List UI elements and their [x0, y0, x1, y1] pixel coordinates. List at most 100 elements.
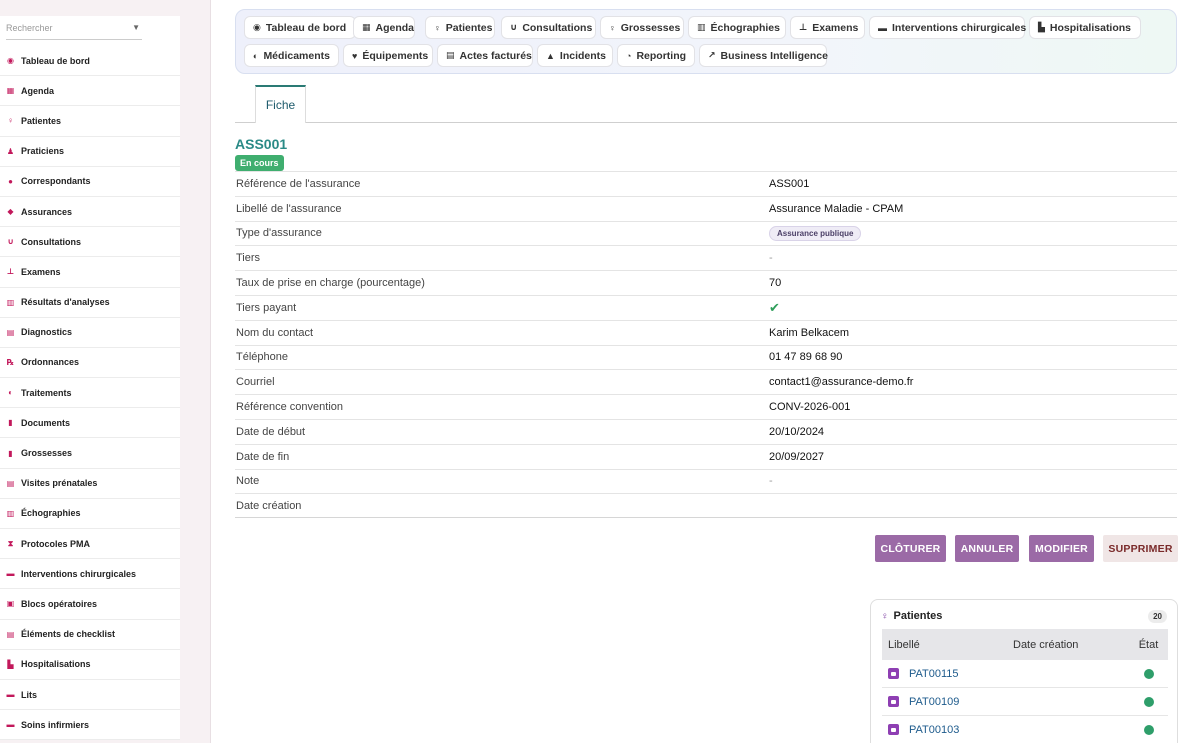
module-button-label: Hospitalisations: [1049, 21, 1132, 34]
sidebar-item-label: Blocs opératoires: [21, 598, 98, 609]
sidebar-item[interactable]: ♟ Praticiens: [0, 137, 180, 167]
module-button-label: Incidents: [559, 49, 607, 62]
sidebar-item[interactable]: ▤ Éléments de checklist: [0, 620, 180, 650]
sidebar-item[interactable]: ♀ Patientes: [0, 106, 180, 137]
field-value: ASS001: [769, 177, 810, 190]
sidebar-item-label: Traitements: [21, 387, 72, 398]
module-button[interactable]: ⊥ Examens: [790, 16, 865, 39]
field-value: CONV-2026-001: [769, 401, 851, 414]
sidebar-item[interactable]: ▮ Grossesses: [0, 438, 180, 469]
field-value: 01 47 89 68 90: [769, 351, 843, 364]
module-button[interactable]: ▲ Incidents: [537, 44, 613, 67]
panel-title-label: Patientes: [893, 610, 943, 622]
field-row: Tiers -: [235, 245, 1177, 270]
sidebar-item[interactable]: ▙ Hospitalisations: [0, 650, 180, 680]
column-header-date[interactable]: Date création: [1013, 639, 1129, 651]
field-label: Référence convention: [236, 401, 344, 414]
field-label: Libellé de l'assurance: [236, 202, 342, 215]
sidebar-item[interactable]: ▬ Interventions chirurgicales: [0, 559, 180, 590]
module-button-label: Médicaments: [263, 49, 330, 62]
doctor-icon: ♟: [6, 146, 15, 156]
search-select[interactable]: Rechercher ▼: [6, 16, 142, 40]
column-header-label[interactable]: Libellé: [882, 639, 1013, 651]
sidebar: Rechercher ▼ ◉ Tableau de bord ▦ Agenda ♀ Pat…: [0, 0, 211, 743]
female-icon: ♀: [7, 116, 14, 126]
sidebar-item[interactable]: ⊥ Examens: [0, 257, 180, 288]
module-button[interactable]: ▦ Agenda: [353, 16, 415, 39]
sidebar-item[interactable]: ▬ Lits: [0, 680, 180, 711]
module-button-label: Consultations: [522, 21, 593, 34]
sidebar-item[interactable]: ◉ Tableau de bord: [0, 46, 180, 77]
type-badge: Assurance publique: [769, 226, 862, 242]
sidebar-item[interactable]: ▦ Agenda: [0, 76, 180, 107]
column-header-state[interactable]: État: [1129, 639, 1168, 651]
sidebar-item[interactable]: ∪ Consultations: [0, 227, 180, 258]
sidebar-item[interactable]: ◆ Assurances: [0, 197, 180, 228]
module-button[interactable]: ◐ Médicaments: [244, 44, 339, 67]
field-value: Karim Belkacem: [769, 326, 850, 339]
sidebar-item[interactable]: ▤ Visites prénatales: [0, 469, 180, 499]
table-row[interactable]: PAT00109: [882, 688, 1168, 716]
field-row: Nom du contact Karim Belkacem: [235, 319, 1177, 345]
chevron-down-icon[interactable]: ▼: [132, 23, 140, 32]
warning-icon: ▲: [546, 50, 555, 61]
field-row: Référence convention CONV-2026-001: [235, 394, 1177, 419]
field-row: Date de fin 20/09/2027: [235, 443, 1177, 469]
sidebar-item[interactable]: ◐ Traitements: [0, 378, 180, 409]
module-button[interactable]: ◔ Reporting: [617, 44, 695, 67]
sidebar-item-label: Patientes: [21, 115, 62, 126]
module-button[interactable]: ∪ Consultations: [501, 16, 596, 39]
sidebar-item-label: Interventions chirurgicales: [21, 568, 137, 579]
module-button[interactable]: ▤ Actes facturés: [437, 44, 533, 67]
module-button[interactable]: ▥ Échographies: [688, 16, 786, 39]
module-button[interactable]: ◉ Tableau de bord: [244, 16, 356, 39]
checklist-icon: ▤: [6, 629, 15, 639]
sidebar-item[interactable]: ▤ Diagnostics: [0, 318, 180, 348]
stethoscope-icon: ∪: [510, 22, 518, 32]
delete-button[interactable]: SUPPRIMER: [1103, 535, 1178, 562]
field-label: Tiers payant: [236, 301, 297, 314]
module-button[interactable]: ♀ Patientes: [425, 16, 495, 39]
field-label: Type d'assurance: [236, 227, 322, 240]
sidebar-item[interactable]: ℞ Ordonnances: [0, 348, 180, 379]
patient-link[interactable]: PAT00103: [909, 724, 959, 736]
patient-link[interactable]: PAT00115: [909, 668, 959, 680]
module-button[interactable]: ♀ Grossesses: [600, 16, 684, 39]
tab-fiche[interactable]: Fiche: [255, 85, 306, 123]
record-title: ASS001: [235, 136, 288, 152]
patient-link[interactable]: PAT00109: [909, 696, 959, 708]
module-button[interactable]: ▙ Hospitalisations: [1029, 16, 1141, 39]
module-button[interactable]: ↗ Business Intelligence: [699, 44, 828, 67]
sidebar-item[interactable]: ▬ Soins infirmiers: [0, 710, 180, 741]
sidebar-item[interactable]: ▥ Échographies: [0, 499, 180, 529]
module-button-label: Business Intelligence: [720, 49, 828, 62]
state-cell: [1129, 724, 1168, 735]
field-row: Référence de l'assurance ASS001: [235, 171, 1177, 196]
procedure-bed-icon: ▬: [6, 569, 15, 579]
patient-cell: PAT00115: [882, 668, 1013, 680]
edit-button[interactable]: MODIFIER: [1029, 535, 1094, 562]
sidebar-item-label: Agenda: [21, 85, 55, 96]
sidebar-item[interactable]: ▮ Documents: [0, 408, 180, 439]
field-label: Courriel: [236, 376, 275, 389]
field-row: Tiers payant ✔: [235, 294, 1177, 320]
module-button[interactable]: ▬ Interventions chirurgicales: [869, 16, 1026, 39]
module-button[interactable]: ♥ Équipements: [343, 44, 433, 67]
invoice-icon: ▤: [446, 50, 455, 60]
module-button-label: Grossesses: [620, 21, 681, 34]
sidebar-item[interactable]: ▥ Résultats d'analyses: [0, 288, 180, 318]
sidebar-item[interactable]: ● Correspondants: [0, 167, 180, 197]
sidebar-item[interactable]: ▣ Blocs opératoires: [0, 589, 180, 620]
dashboard-icon: ◉: [253, 22, 261, 32]
sidebar-item[interactable]: ⧗ Protocoles PMA: [0, 529, 180, 560]
operating-room-icon: ▣: [6, 599, 15, 609]
module-button-label: Patientes: [445, 21, 493, 34]
field-row: Type d'assurance Assurance publique: [235, 220, 1177, 246]
table-row[interactable]: PAT00115: [882, 660, 1168, 688]
field-row: Date de début 20/10/2024: [235, 418, 1177, 444]
sidebar-nav: ◉ Tableau de bord ▦ Agenda ♀ Patientes ♟ Pratic…: [0, 46, 180, 741]
field-value: 20/09/2027: [769, 450, 825, 463]
cancel-button[interactable]: ANNULER: [955, 535, 1019, 562]
close-button[interactable]: CLÔTURER: [875, 535, 946, 562]
table-row[interactable]: PAT00103: [882, 716, 1168, 743]
